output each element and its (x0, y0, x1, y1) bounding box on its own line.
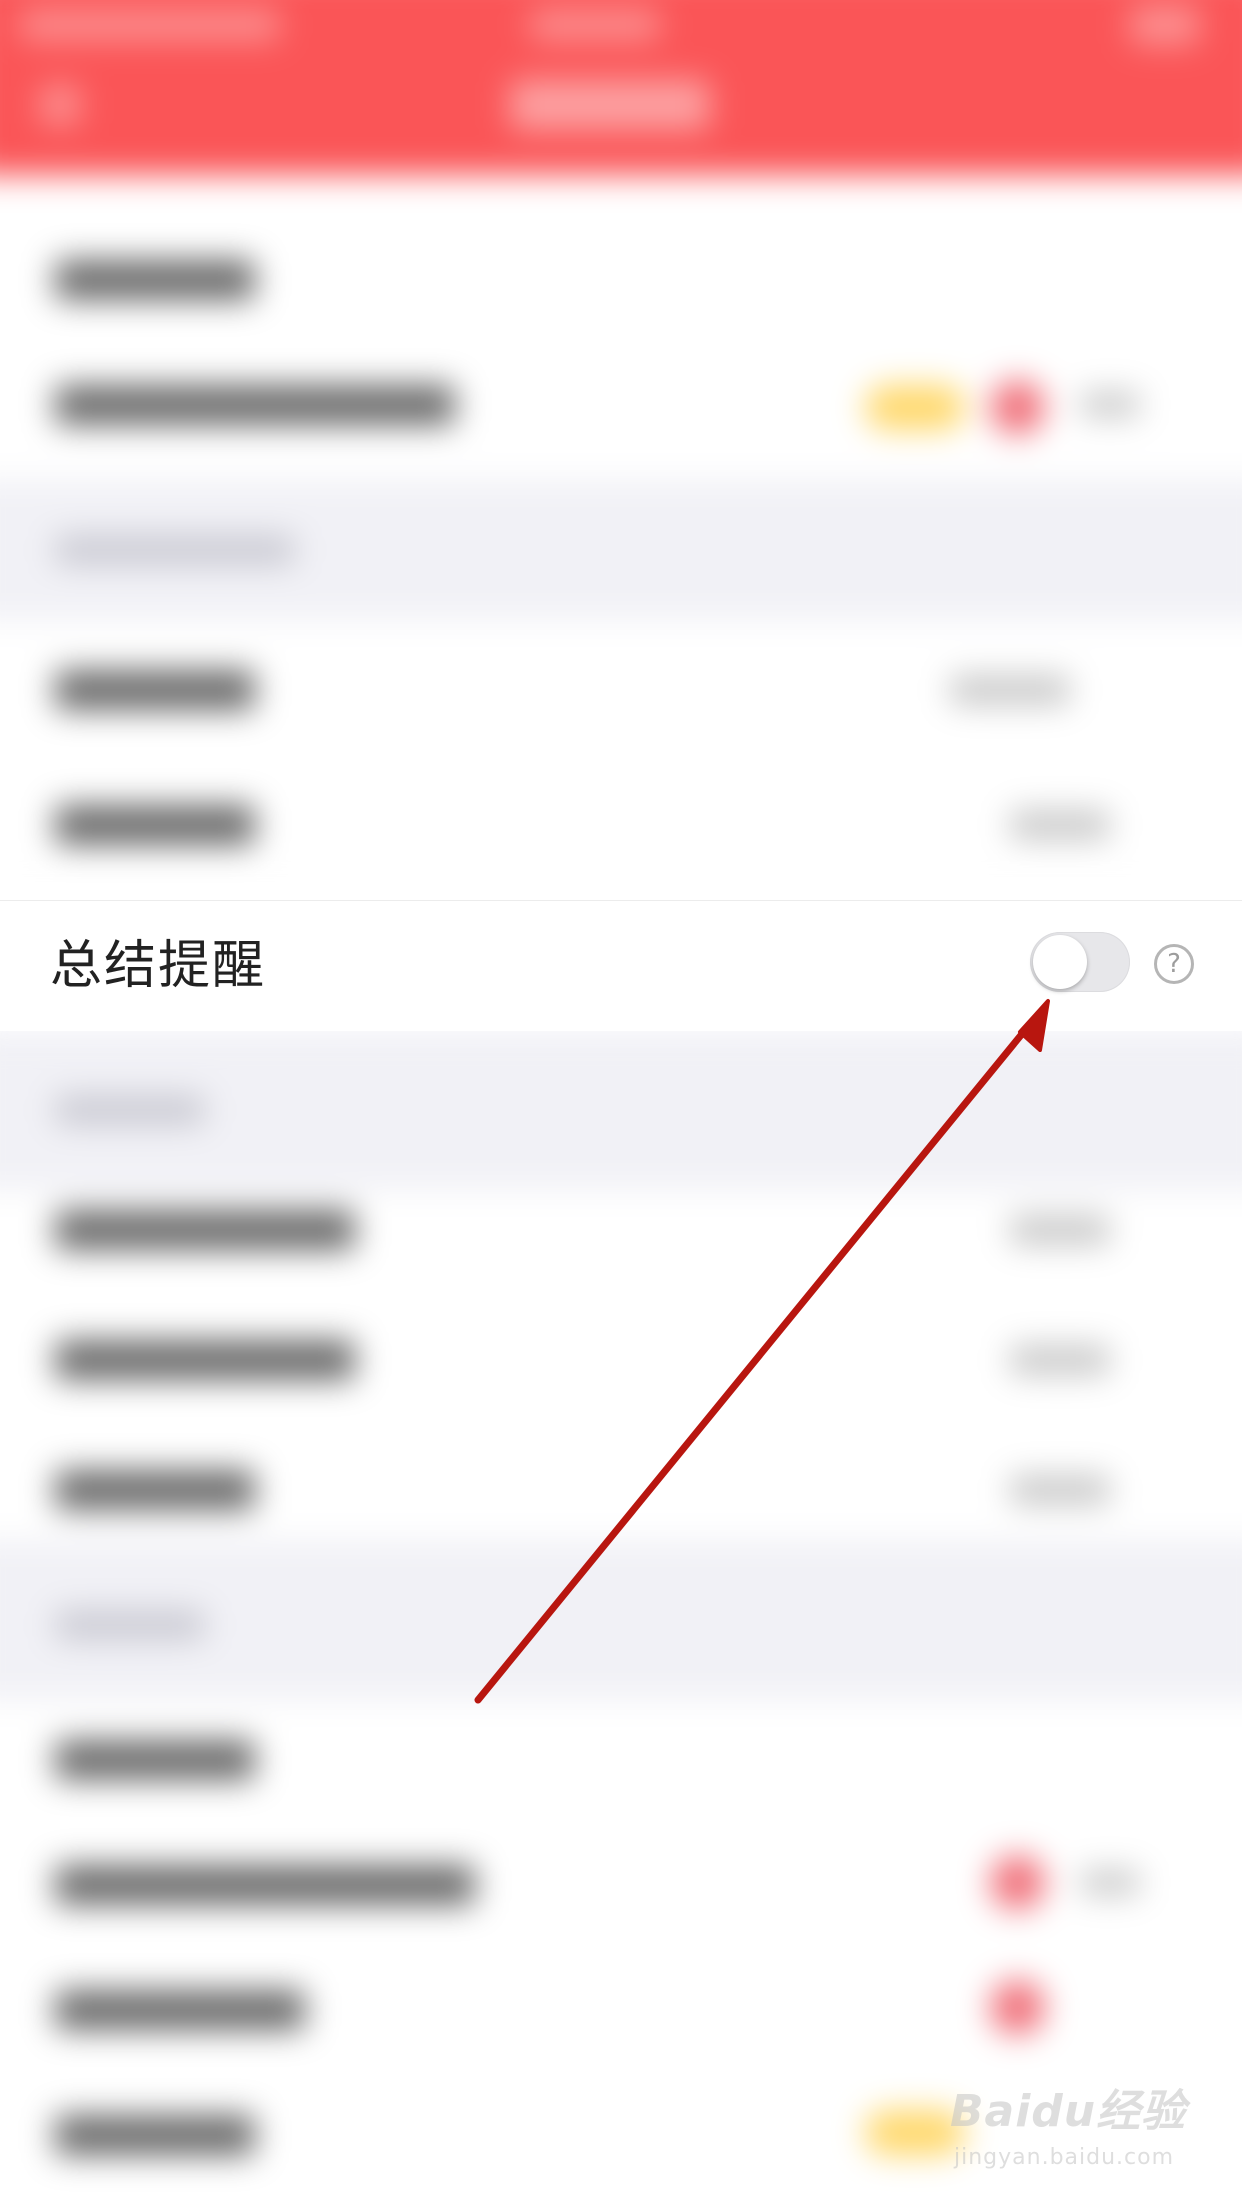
blurred-section-header-1 (0, 480, 1242, 620)
blurred-background (0, 0, 1242, 2208)
blurred-row-group-3 (0, 1190, 1242, 1540)
blurred-row-group-2 (0, 620, 1242, 900)
blurred-section-header-2 (0, 1030, 1242, 1190)
watermark-logo: Baidu经验 (950, 2086, 1187, 2137)
toggle-knob[interactable] (1033, 935, 1087, 989)
header-bar (0, 0, 1242, 175)
watermark-url: jingyan.baidu.com (954, 2145, 1175, 2170)
help-icon[interactable]: ? (1154, 944, 1194, 984)
baidu-watermark: Baidu经验 jingyan.baidu.com (950, 2075, 1210, 2185)
blurred-row-group-1 (0, 175, 1242, 480)
settings-screen: 总结提醒 ? Baidu经验 jingyan.baidu.com (0, 0, 1242, 2208)
setting-label: 总结提醒 (50, 936, 267, 996)
blurred-section-header-3 (0, 1540, 1242, 1700)
summary-reminder-toggle[interactable] (1030, 932, 1130, 992)
